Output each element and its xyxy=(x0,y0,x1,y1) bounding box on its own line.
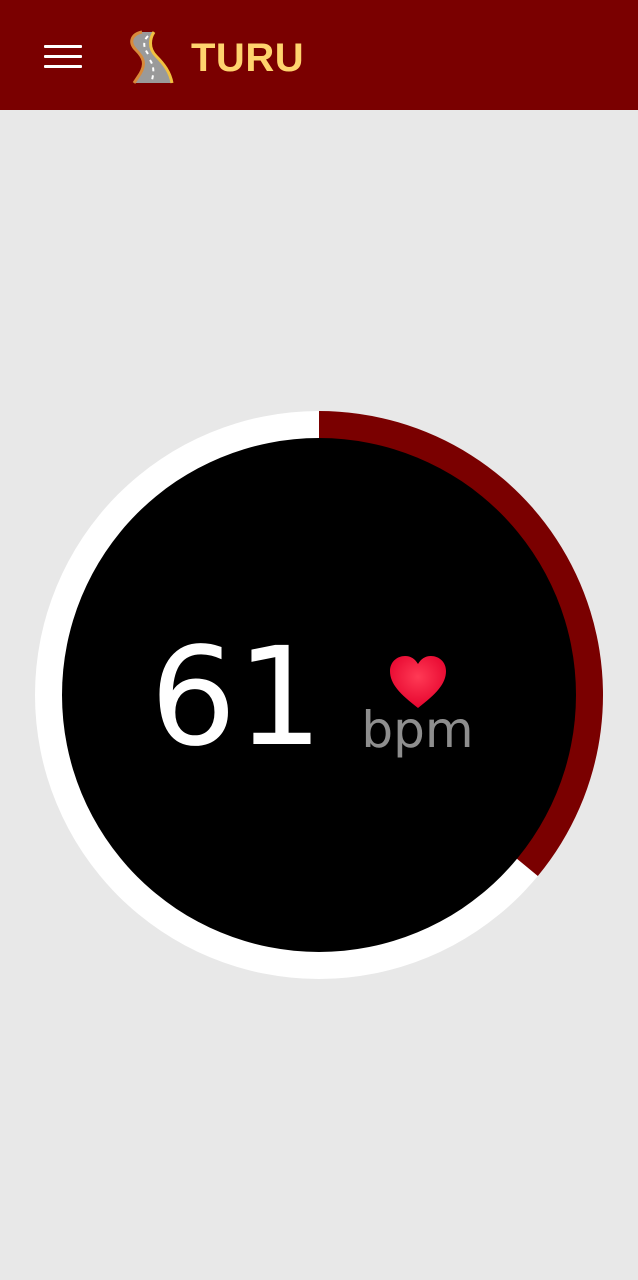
menu-line xyxy=(44,45,82,48)
app-bar: TURU xyxy=(0,0,638,110)
road-logo-icon xyxy=(130,30,174,84)
menu-line xyxy=(44,65,82,68)
menu-line xyxy=(44,55,82,58)
heart-rate-unit: bpm xyxy=(361,701,474,759)
hamburger-menu-icon[interactable] xyxy=(34,35,90,81)
app-title: TURU xyxy=(191,36,305,80)
heart-rate-value: 61 xyxy=(150,619,324,777)
